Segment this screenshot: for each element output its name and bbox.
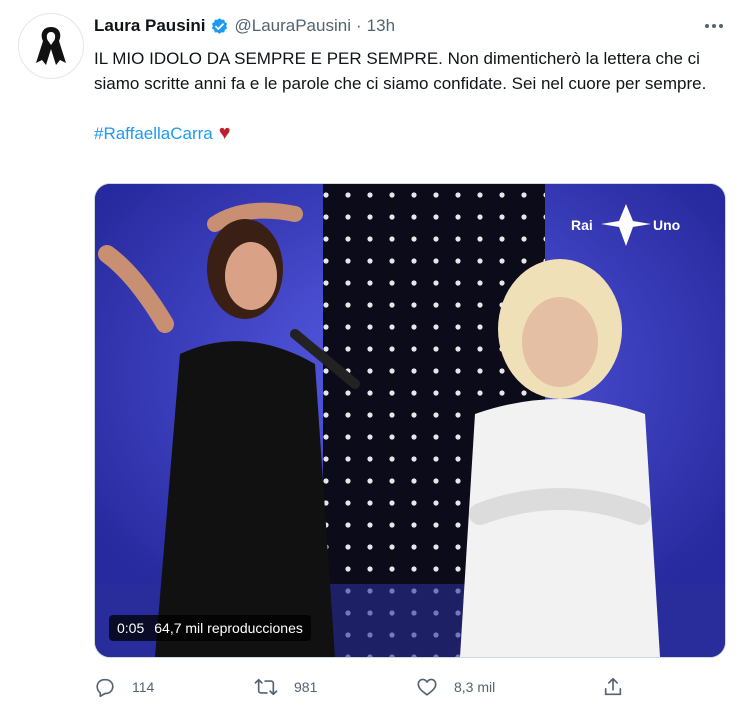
tweet-text: IL MIO IDOLO DA SEMPRE E PER SEMPRE. Non… — [94, 49, 707, 93]
hashtag-link[interactable]: #RaffaellaCarra — [94, 124, 213, 143]
verified-badge-icon — [212, 17, 228, 34]
share-button[interactable] — [602, 672, 624, 702]
separator-dot: · — [355, 16, 362, 35]
tweet-content: Laura Pausini @LauraPausini · 13h IL MIO… — [94, 12, 726, 146]
retweet-count: 981 — [294, 679, 318, 695]
reply-icon — [96, 678, 114, 698]
more-icon[interactable] — [702, 18, 726, 34]
author-name[interactable]: Laura Pausini — [94, 16, 205, 36]
hashtag-line: #RaffaellaCarra ♥ — [94, 121, 726, 146]
retweet-icon — [254, 678, 278, 696]
like-count: 8,3 mil — [454, 679, 496, 695]
video-stats-badge: 0:05 64,7 mil reproducciones — [109, 615, 311, 641]
video-frame: Rai Uno — [95, 184, 725, 657]
reply-count: 114 — [132, 679, 155, 695]
svg-text:Rai: Rai — [571, 217, 593, 233]
share-icon — [604, 677, 622, 696]
author-handle[interactable]: @LauraPausini — [234, 16, 351, 36]
avatar[interactable] — [18, 13, 84, 79]
video-player[interactable]: Rai Uno 0:05 64,7 mil reproducciones — [94, 183, 726, 658]
tweet-timestamp[interactable]: 13h — [367, 16, 395, 36]
black-ribbon-icon — [36, 27, 66, 65]
heart-icon — [417, 678, 437, 696]
video-views: 64,7 mil reproducciones — [154, 620, 303, 636]
svg-text:Uno: Uno — [653, 217, 680, 233]
heart-emoji: ♥ — [218, 122, 231, 144]
tweet-card[interactable]: Laura Pausini @LauraPausini · 13h IL MIO… — [0, 0, 744, 714]
retweet-button[interactable]: 981 — [254, 672, 317, 702]
video-duration: 0:05 — [117, 620, 145, 636]
tweet-header: Laura Pausini @LauraPausini · 13h — [94, 12, 726, 40]
reply-button[interactable]: 114 — [94, 672, 154, 702]
like-button[interactable]: 8,3 mil — [416, 672, 495, 702]
tweet-actions: 114 981 8,3 mil — [94, 672, 724, 702]
